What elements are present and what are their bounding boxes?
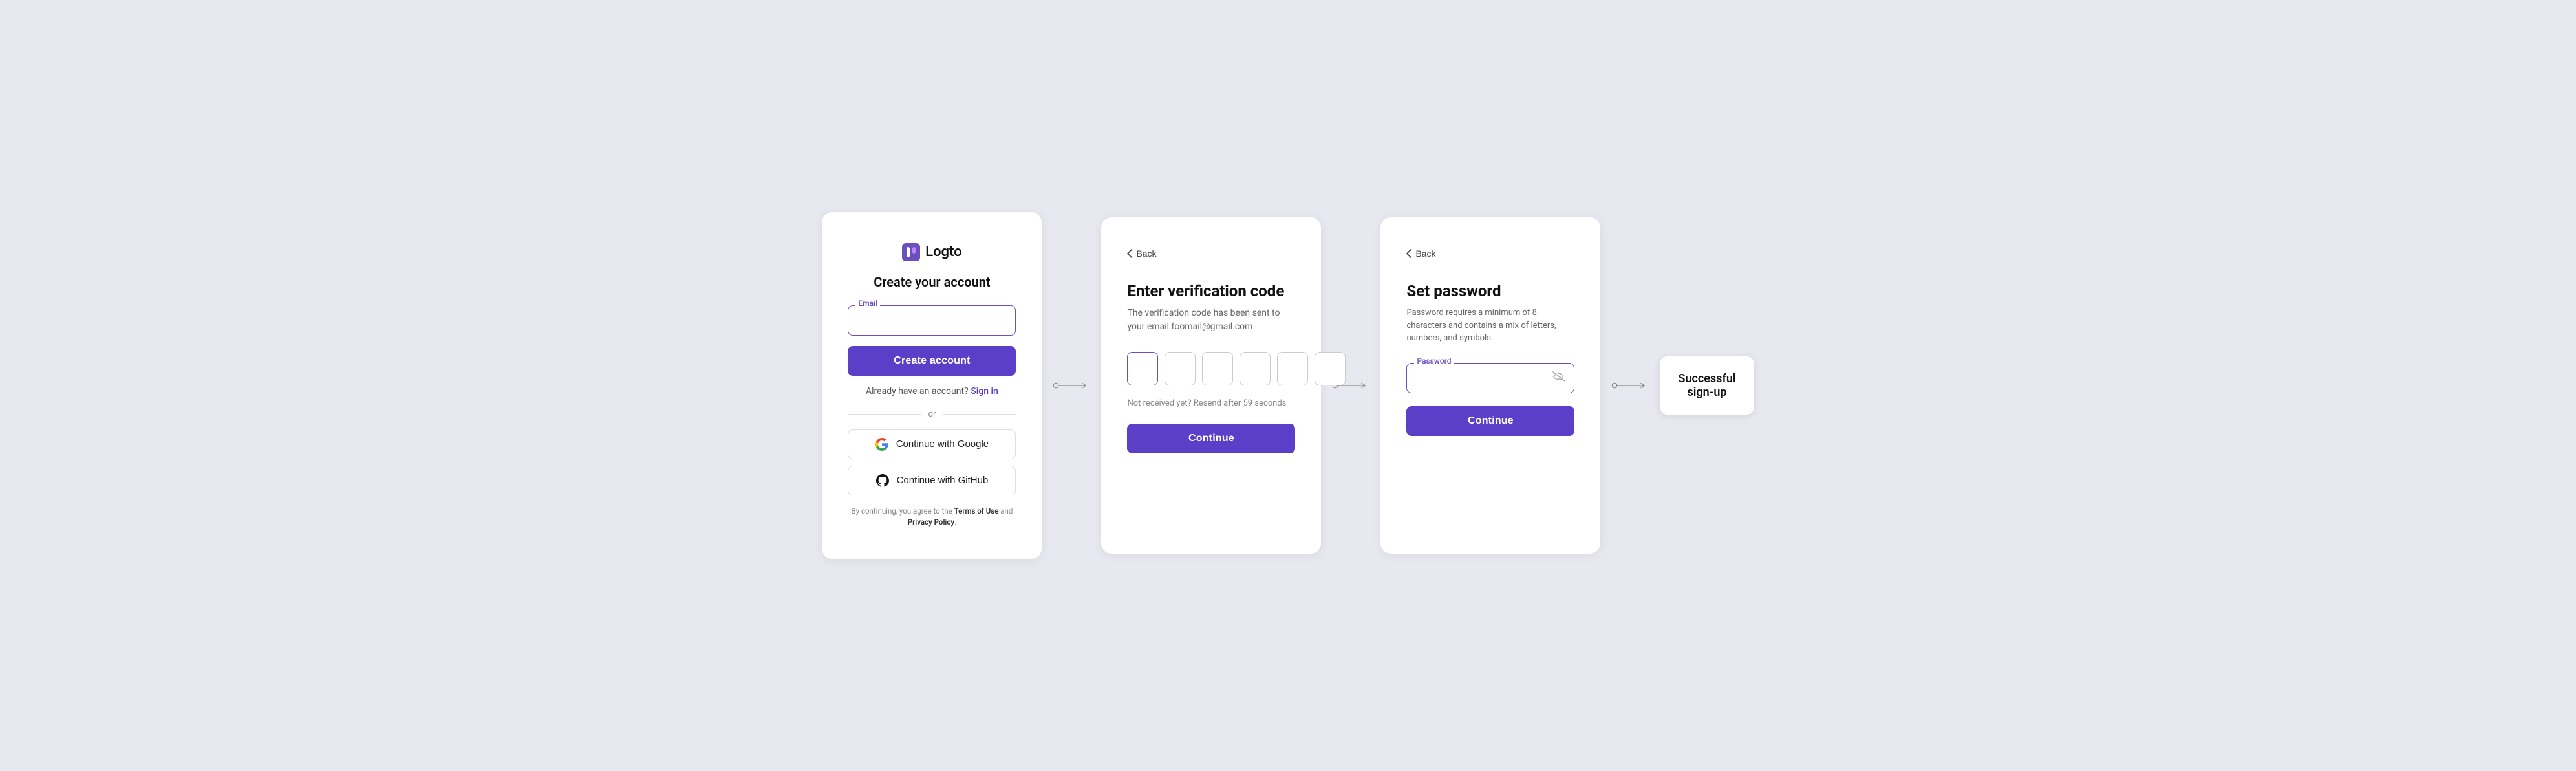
card3-back-chevron-icon: [1406, 249, 1411, 258]
create-account-button[interactable]: Create account: [848, 346, 1016, 376]
verification-code-card: Back Enter verification code The verific…: [1101, 217, 1321, 554]
card2-title: Enter verification code: [1127, 282, 1295, 300]
resend-text: Not received yet? Resend after 59 second…: [1127, 398, 1295, 408]
otp-input-5[interactable]: [1277, 352, 1308, 386]
google-button-label: Continue with Google: [896, 439, 989, 450]
github-button-label: Continue with GitHub: [897, 475, 989, 486]
github-button[interactable]: Continue with GitHub: [848, 466, 1016, 495]
signin-link[interactable]: Sign in: [971, 386, 998, 396]
signin-prompt: Already have an account? Sign in: [848, 386, 1016, 396]
otp-input-6[interactable]: [1315, 352, 1346, 386]
github-icon: [876, 474, 889, 487]
privacy-link[interactable]: Privacy Policy: [908, 517, 954, 527]
otp-input-1[interactable]: [1127, 352, 1158, 386]
otp-input-3[interactable]: [1202, 352, 1233, 386]
card3-title: Set password: [1406, 282, 1574, 300]
create-account-card: Logto Create your account Email Create a…: [822, 212, 1042, 559]
password-input-group: Password: [1406, 363, 1574, 393]
otp-container: [1127, 352, 1295, 386]
card2-back-label: Back: [1136, 248, 1156, 259]
set-password-card: Back Set password Password requires a mi…: [1380, 217, 1600, 554]
arrow-connector-3: [1600, 378, 1660, 393]
card2-subtitle: The verification code has been sent to y…: [1127, 307, 1295, 334]
otp-input-2[interactable]: [1165, 352, 1196, 386]
otp-input-4[interactable]: [1240, 352, 1271, 386]
divider: or: [848, 409, 1016, 419]
email-input-group: Email: [848, 305, 1016, 336]
success-box: Successful sign-up: [1660, 356, 1754, 415]
back-chevron-icon: [1127, 249, 1132, 258]
card3-back-label: Back: [1415, 248, 1435, 259]
card3-continue-button[interactable]: Continue: [1406, 406, 1574, 436]
logo-text: Logto: [925, 244, 961, 260]
card3-back-button[interactable]: Back: [1406, 248, 1435, 259]
card1-title: Create your account: [848, 274, 1016, 290]
email-input[interactable]: [848, 305, 1016, 336]
divider-line-right: [943, 414, 1016, 415]
terms-text: By continuing, you agree to the Terms of…: [848, 506, 1016, 528]
password-input[interactable]: [1406, 363, 1574, 393]
logo-area: Logto: [848, 243, 1016, 261]
divider-text: or: [928, 409, 936, 419]
logto-logo-icon: [902, 243, 920, 261]
arrow-connector-1: [1042, 378, 1101, 393]
card2-back-button[interactable]: Back: [1127, 248, 1156, 259]
card3-subtitle: Password requires a minimum of 8 charact…: [1406, 307, 1574, 345]
eye-icon[interactable]: [1552, 371, 1565, 384]
card2-continue-button[interactable]: Continue: [1127, 424, 1295, 453]
divider-line-left: [848, 414, 920, 415]
terms-link[interactable]: Terms of Use: [954, 506, 999, 516]
password-label: Password: [1414, 356, 1454, 365]
flow-container: Logto Create your account Email Create a…: [835, 212, 1741, 559]
email-label: Email: [855, 299, 880, 308]
google-icon: [875, 438, 888, 451]
google-button[interactable]: Continue with Google: [848, 429, 1016, 459]
